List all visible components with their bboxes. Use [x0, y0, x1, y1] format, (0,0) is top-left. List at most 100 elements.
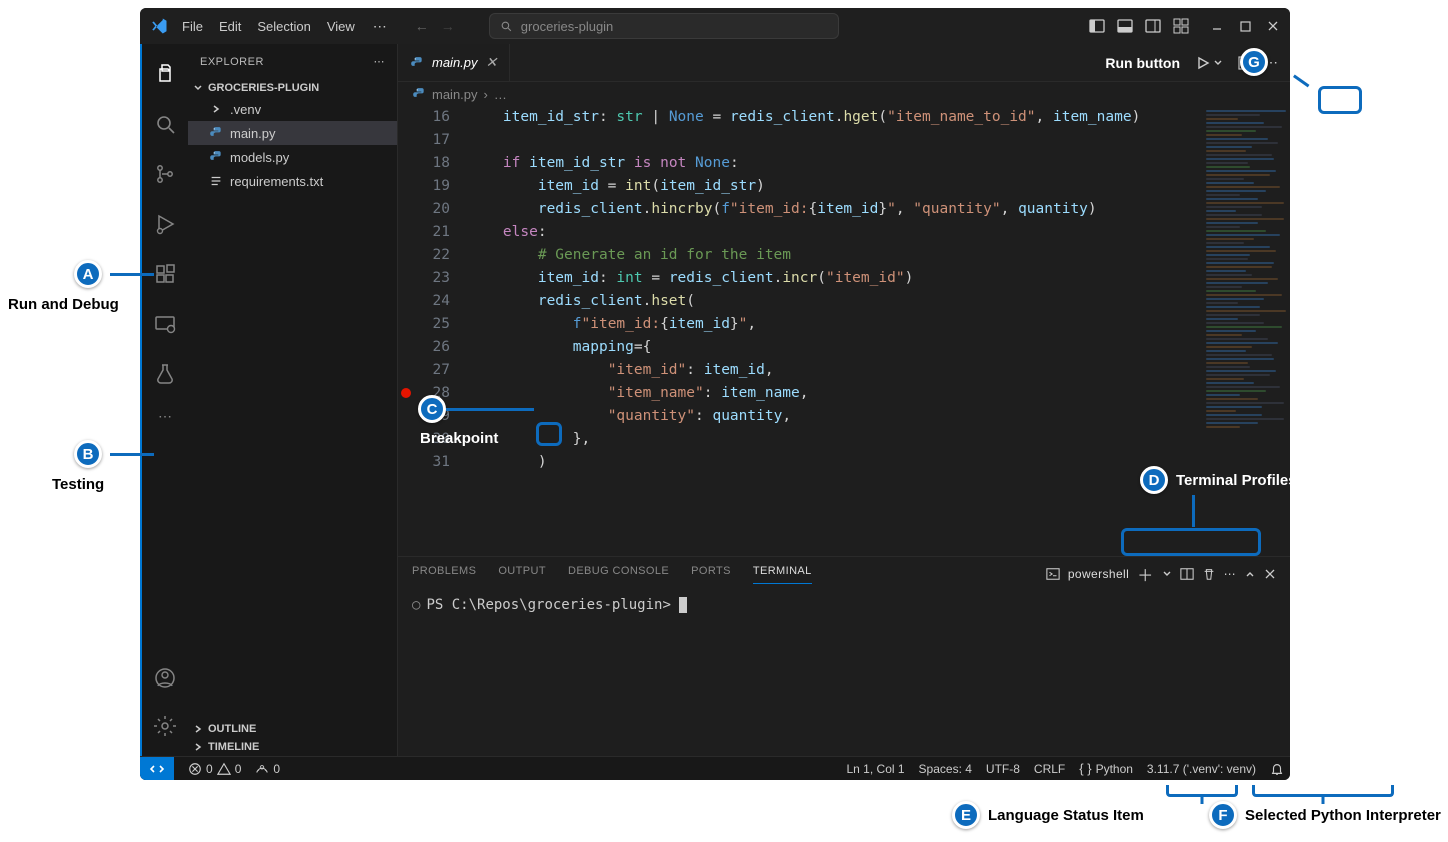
status-eol[interactable]: CRLF	[1034, 762, 1065, 776]
nav-forward-icon[interactable]: →	[441, 18, 455, 34]
annotation-C-label: Breakpoint	[420, 430, 498, 447]
sidebar-more-icon[interactable]: ⋯	[374, 55, 386, 68]
terminal-cursor	[679, 597, 687, 613]
annotation-D: D Terminal Profiles Dropdown	[1140, 466, 1375, 494]
status-ports[interactable]: 0	[255, 762, 280, 776]
breadcrumb-file: main.py	[432, 87, 478, 102]
kill-terminal-icon[interactable]	[1202, 567, 1216, 581]
status-problems[interactable]: 0 0	[188, 762, 241, 776]
status-cursor-pos[interactable]: Ln 1, Col 1	[847, 762, 905, 776]
annotation-A: A	[74, 260, 154, 288]
line-gutter[interactable]: 16171819202122232425262728293031	[398, 106, 468, 556]
terminal-body[interactable]: ○ PS C:\Repos\groceries-plugin>	[398, 591, 1290, 756]
status-bar: 0 0 0 Ln 1, Col 1 Spaces: 4 UTF-8 CRLF {…	[140, 756, 1290, 780]
layout-left-icon[interactable]	[1088, 17, 1106, 35]
outline-section[interactable]: OUTLINE	[188, 720, 397, 738]
menu-view[interactable]: View	[319, 15, 363, 38]
terminal-dropdown-icon[interactable]	[1162, 569, 1172, 579]
tab-close-icon[interactable]: ✕	[486, 54, 498, 71]
annotation-A-label: Run and Debug	[8, 296, 119, 313]
panel-tab-problems[interactable]: PROBLEMS	[412, 565, 476, 584]
annotation-E: ELanguage Status Item	[952, 801, 1144, 829]
menu-bar: FileEditSelectionView	[174, 15, 363, 38]
status-notifications-icon[interactable]	[1270, 762, 1284, 776]
tab-label: main.py	[432, 55, 478, 70]
vscode-logo-icon	[148, 15, 170, 37]
activity-source-control-icon[interactable]	[141, 150, 189, 198]
breakpoint-marker[interactable]	[401, 388, 411, 398]
prompt-indicator-icon: ○	[412, 597, 420, 613]
remote-indicator-icon[interactable]	[140, 757, 174, 781]
python-file-icon	[412, 87, 426, 101]
layout-bottom-icon[interactable]	[1116, 17, 1134, 35]
layout-right-icon[interactable]	[1144, 17, 1162, 35]
nav-arrows: ← →	[415, 18, 455, 34]
activity-testing-icon[interactable]	[141, 350, 189, 398]
title-right-actions	[1088, 17, 1282, 35]
editor-tabs: main.py ✕ Run button ⋯	[398, 44, 1290, 82]
status-spaces[interactable]: Spaces: 4	[919, 762, 972, 776]
search-text: groceries-plugin	[521, 19, 614, 34]
python-file-icon	[410, 56, 424, 70]
vscode-window: FileEditSelectionView ⋯ ← → groceries-pl…	[140, 8, 1290, 780]
file--venv[interactable]: .venv	[188, 97, 397, 121]
panel-tab-ports[interactable]: PORTS	[691, 565, 731, 584]
panel-maximize-icon[interactable]	[1244, 568, 1256, 580]
activity-run-debug-icon[interactable]	[141, 200, 189, 248]
title-bar: FileEditSelectionView ⋯ ← → groceries-pl…	[140, 8, 1290, 44]
nav-back-icon[interactable]: ←	[415, 18, 429, 34]
language-status-icon: { }	[1079, 761, 1091, 776]
panel-close-icon[interactable]	[1264, 568, 1276, 580]
sidebar-project-header[interactable]: GROCERIES-PLUGIN	[188, 79, 397, 97]
file-tree: .venvmain.pymodels.pyrequirements.txt	[188, 97, 397, 720]
menu-more-icon[interactable]: ⋯	[367, 14, 393, 39]
activity-more-icon[interactable]: ⋯	[141, 400, 189, 432]
terminal-prompt: PS C:\Repos\groceries-plugin>	[426, 597, 670, 613]
breadcrumb[interactable]: main.py › …	[398, 82, 1290, 106]
layout-customize-icon[interactable]	[1172, 17, 1190, 35]
annotation-B-label: Testing	[52, 476, 104, 493]
bracket-E	[1166, 785, 1238, 797]
activity-account-icon[interactable]	[141, 654, 189, 702]
menu-file[interactable]: File	[174, 15, 211, 38]
window-close-icon[interactable]	[1264, 17, 1282, 35]
file-models-py[interactable]: models.py	[188, 145, 397, 169]
status-encoding[interactable]: UTF-8	[986, 762, 1020, 776]
command-center-search[interactable]: groceries-plugin	[489, 13, 839, 39]
terminal-profile-group: powershell ＋ ⋯	[1046, 562, 1276, 586]
status-language[interactable]: { } Python	[1079, 761, 1133, 776]
annotation-B: B	[74, 440, 154, 468]
activity-remote-explorer-icon[interactable]	[141, 300, 189, 348]
panel-tab-output[interactable]: OUTPUT	[498, 565, 546, 584]
status-interpreter[interactable]: 3.11.7 ('.venv': venv)	[1147, 762, 1256, 776]
annotation-G: G	[1240, 48, 1268, 76]
code-content[interactable]: item_id_str: str | None = redis_client.h…	[468, 106, 1200, 556]
explorer-sidebar: EXPLORER ⋯ GROCERIES-PLUGIN .venvmain.py…	[188, 44, 398, 756]
panel-more-icon[interactable]: ⋯	[1224, 567, 1236, 581]
bracket-F	[1252, 785, 1394, 797]
menu-selection[interactable]: Selection	[249, 15, 318, 38]
file-main-py[interactable]: main.py	[188, 121, 397, 145]
annotation-F: FSelected Python Interpreter	[1209, 801, 1441, 829]
highlight-run-button	[1318, 86, 1362, 114]
panel-tabs: PROBLEMS OUTPUT DEBUG CONSOLE PORTS TERMINAL…	[398, 557, 1290, 591]
activity-search-icon[interactable]	[141, 100, 189, 148]
terminal-name[interactable]: powershell	[1068, 567, 1129, 581]
menu-edit[interactable]: Edit	[211, 15, 249, 38]
run-button[interactable]	[1190, 52, 1228, 74]
terminal-icon	[1046, 567, 1060, 581]
new-terminal-icon[interactable]: ＋	[1137, 562, 1153, 586]
split-terminal-icon[interactable]	[1180, 567, 1194, 581]
timeline-section[interactable]: TIMELINE	[188, 738, 397, 756]
window-maximize-icon[interactable]	[1236, 17, 1254, 35]
panel-tab-terminal[interactable]: TERMINAL	[753, 565, 812, 584]
window-minimize-icon[interactable]	[1208, 17, 1226, 35]
activity-bar: ⋯	[140, 44, 188, 756]
activity-settings-icon[interactable]	[141, 702, 189, 750]
activity-explorer-icon[interactable]	[140, 50, 188, 98]
panel-tab-debug-console[interactable]: DEBUG CONSOLE	[568, 565, 669, 584]
run-button-annotation-label: Run button	[1105, 55, 1180, 71]
annotation-C: C	[418, 395, 534, 423]
file-requirements-txt[interactable]: requirements.txt	[188, 169, 397, 193]
tab-main-py[interactable]: main.py ✕	[398, 44, 510, 81]
